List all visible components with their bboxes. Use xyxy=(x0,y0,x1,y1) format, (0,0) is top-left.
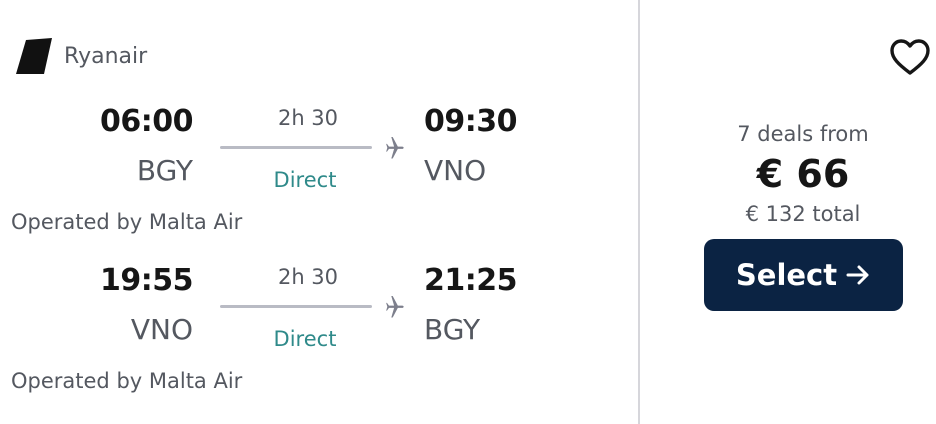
departure-airport: BGY xyxy=(136,154,193,187)
stops-label: Direct xyxy=(273,168,337,192)
select-label: Select xyxy=(735,258,838,292)
plane-icon xyxy=(386,296,404,318)
arrival-time: 21:25 xyxy=(424,263,518,298)
ryanair-tail-logo-icon xyxy=(16,38,52,74)
plane-icon xyxy=(386,137,404,159)
total-price: € 132 total xyxy=(745,202,861,226)
arrival-airport: VNO xyxy=(424,154,487,187)
select-button[interactable]: Select xyxy=(704,239,903,311)
flight-duration: 2h 30 xyxy=(277,265,339,289)
flight-duration: 2h 30 xyxy=(277,106,339,130)
stops-label: Direct xyxy=(273,327,337,351)
price: € 66 xyxy=(756,152,850,196)
itinerary-section: Ryanair 06:00 BGY 2h 30 Direct 09:30 VNO… xyxy=(0,0,638,424)
route-line xyxy=(220,146,372,149)
airline-name: Ryanair xyxy=(64,43,148,69)
arrow-right-icon xyxy=(846,265,869,285)
departure-time: 19:55 xyxy=(100,263,194,298)
pricing-section: 7 deals from € 66 € 132 total Select xyxy=(640,0,936,424)
route-line xyxy=(220,305,372,308)
airline-info: Ryanair xyxy=(12,34,147,78)
operated-by: Operated by Malta Air xyxy=(11,210,243,234)
inbound-leg: 19:55 VNO 2h 30 Direct 21:25 BGY xyxy=(0,261,638,361)
arrival-time: 09:30 xyxy=(424,104,518,139)
flight-result-card: Ryanair 06:00 BGY 2h 30 Direct 09:30 VNO… xyxy=(0,0,936,424)
heart-icon[interactable] xyxy=(888,36,932,78)
deals-count: 7 deals from xyxy=(737,122,869,146)
departure-time: 06:00 xyxy=(100,104,194,139)
departure-airport: VNO xyxy=(130,313,193,346)
operated-by: Operated by Malta Air xyxy=(11,369,243,393)
arrival-airport: BGY xyxy=(424,313,481,346)
outbound-leg: 06:00 BGY 2h 30 Direct 09:30 VNO xyxy=(0,102,638,202)
